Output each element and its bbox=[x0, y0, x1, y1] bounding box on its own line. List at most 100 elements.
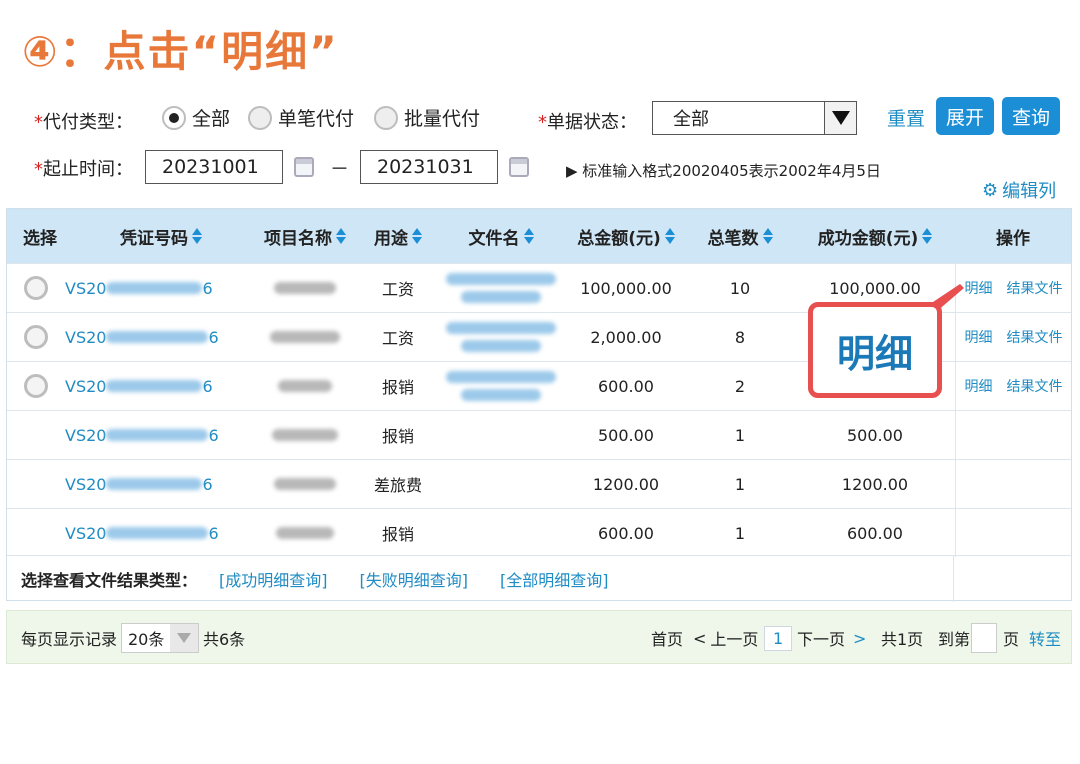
page-unit: 页 bbox=[1003, 630, 1020, 649]
start-date-input[interactable]: 20231001 bbox=[145, 150, 283, 184]
voucher-prefix[interactable]: VS20 bbox=[65, 426, 106, 445]
sort-icon[interactable] bbox=[192, 228, 202, 244]
col-purpose[interactable]: 用途 bbox=[361, 209, 435, 263]
row-select-cell[interactable] bbox=[7, 460, 65, 508]
purpose-cell: 报销 bbox=[381, 378, 414, 397]
detail-link[interactable]: 明细 bbox=[965, 376, 993, 396]
chevron-left-icon: < bbox=[693, 628, 707, 648]
expand-button[interactable]: 展开 bbox=[936, 97, 994, 135]
total-amount-cell: 600.00 bbox=[598, 523, 654, 543]
ops-cell bbox=[955, 411, 1071, 459]
failed-detail-link[interactable]: [失败明细查询] bbox=[360, 567, 469, 591]
query-button[interactable]: 查询 bbox=[1002, 97, 1060, 135]
per-page-select[interactable]: 20条 bbox=[121, 623, 199, 653]
filename-cell[interactable] bbox=[435, 313, 567, 361]
reset-link[interactable]: 重置 bbox=[887, 104, 925, 131]
total-records: 共6条 bbox=[203, 630, 246, 649]
row-select-cell[interactable] bbox=[7, 411, 65, 459]
voucher-suffix[interactable]: 6 bbox=[202, 377, 212, 396]
voucher-cell[interactable]: VS20 6 bbox=[65, 362, 249, 410]
voucher-suffix[interactable]: 6 bbox=[208, 328, 218, 347]
radio-batch-dot[interactable] bbox=[374, 105, 398, 130]
voucher-redacted bbox=[106, 282, 203, 294]
filename-cell[interactable] bbox=[435, 509, 567, 557]
voucher-prefix[interactable]: VS20 bbox=[65, 475, 106, 494]
row-select-cell[interactable] bbox=[7, 313, 65, 361]
sort-icon[interactable] bbox=[336, 228, 346, 244]
edit-columns-link[interactable]: ⚙ 编辑列 bbox=[982, 177, 1056, 203]
radio-single[interactable]: 单笔代付 bbox=[248, 104, 354, 131]
radio-all-dot[interactable] bbox=[162, 105, 186, 130]
ops-cell: 明细 结果文件 bbox=[955, 362, 1071, 410]
voucher-prefix[interactable]: VS20 bbox=[65, 328, 106, 347]
sort-icon[interactable] bbox=[922, 228, 933, 244]
gear-icon: ⚙ bbox=[982, 179, 999, 201]
voucher-cell[interactable]: VS20 6 bbox=[65, 411, 249, 459]
col-success[interactable]: 成功金额(元) bbox=[795, 209, 955, 263]
result-file-link[interactable]: 结果文件 bbox=[1007, 327, 1063, 347]
voucher-prefix[interactable]: VS20 bbox=[65, 279, 106, 298]
result-file-link[interactable]: 结果文件 bbox=[1007, 376, 1063, 396]
table-row[interactable]: VS20 6 报销 500.00 1 500.00 bbox=[7, 410, 1071, 459]
radio-all[interactable]: 全部 bbox=[162, 104, 230, 131]
row-select-cell[interactable] bbox=[7, 509, 65, 557]
chevron-right-icon: > bbox=[853, 628, 867, 648]
project-cell bbox=[249, 509, 361, 557]
chevron-down-icon[interactable] bbox=[170, 624, 198, 652]
voucher-suffix[interactable]: 6 bbox=[202, 279, 212, 298]
voucher-cell[interactable]: VS20 6 bbox=[65, 460, 249, 508]
project-redacted bbox=[278, 380, 332, 392]
voucher-cell[interactable]: VS20 6 bbox=[65, 264, 249, 312]
voucher-suffix[interactable]: 6 bbox=[202, 475, 212, 494]
voucher-suffix[interactable]: 6 bbox=[208, 426, 218, 445]
radio-batch[interactable]: 批量代付 bbox=[374, 104, 480, 131]
filename-cell[interactable] bbox=[435, 362, 567, 410]
voucher-suffix[interactable]: 6 bbox=[208, 524, 218, 543]
sort-icon[interactable] bbox=[412, 228, 422, 244]
sort-icon[interactable] bbox=[523, 228, 534, 244]
filename-cell[interactable] bbox=[435, 460, 567, 508]
table-row[interactable]: VS20 6 差旅费 1200.00 1 1200.00 bbox=[7, 459, 1071, 508]
calendar-icon[interactable] bbox=[509, 157, 529, 177]
col-total[interactable]: 总金额(元) bbox=[567, 209, 685, 263]
ops-cell: 明细 结果文件 bbox=[955, 313, 1071, 361]
row-select-cell[interactable] bbox=[7, 362, 65, 410]
total-amount-cell: 600.00 bbox=[598, 376, 654, 396]
ops-cell bbox=[955, 509, 1071, 557]
results-table: 选择 凭证号码 项目名称 用途 文件名 总金额(元) 总笔数 成功金额(元) 操… bbox=[6, 208, 1072, 602]
first-page-link[interactable]: 首页 bbox=[651, 611, 683, 665]
col-count[interactable]: 总笔数 bbox=[685, 209, 795, 263]
col-project[interactable]: 项目名称 bbox=[249, 209, 361, 263]
chevron-down-icon[interactable] bbox=[824, 102, 856, 134]
status-select[interactable]: 全部 bbox=[652, 101, 857, 135]
next-page-link[interactable]: 下一页 > bbox=[797, 611, 866, 665]
voucher-cell[interactable]: VS20 6 bbox=[65, 509, 249, 557]
detail-link[interactable]: 明细 bbox=[965, 327, 993, 347]
row-radio[interactable] bbox=[24, 276, 48, 300]
voucher-cell[interactable]: VS20 6 bbox=[65, 313, 249, 361]
row-select-cell[interactable] bbox=[7, 264, 65, 312]
goto-page-input[interactable] bbox=[971, 623, 997, 653]
current-page[interactable]: 1 bbox=[764, 611, 793, 665]
result-file-link[interactable]: 结果文件 bbox=[1007, 278, 1063, 298]
row-radio[interactable] bbox=[24, 325, 48, 349]
voucher-prefix[interactable]: VS20 bbox=[65, 377, 106, 396]
prev-page-link[interactable]: < 上一页 bbox=[693, 611, 758, 665]
voucher-prefix[interactable]: VS20 bbox=[65, 524, 106, 543]
filename-cell[interactable] bbox=[435, 411, 567, 459]
col-filename[interactable]: 文件名 bbox=[435, 209, 567, 263]
all-detail-link[interactable]: [全部明细查询] bbox=[500, 567, 609, 591]
sort-icon[interactable] bbox=[762, 228, 773, 244]
filename-cell[interactable] bbox=[435, 264, 567, 312]
sort-icon[interactable] bbox=[664, 228, 675, 244]
table-row[interactable]: VS20 6 报销 600.00 1 600.00 bbox=[7, 508, 1071, 557]
col-voucher[interactable]: 凭证号码 bbox=[73, 209, 249, 263]
step-title: ④：点击“明细” bbox=[22, 27, 339, 76]
row-radio[interactable] bbox=[24, 374, 48, 398]
calendar-icon[interactable] bbox=[294, 157, 314, 177]
end-date-input[interactable]: 20231031 bbox=[360, 150, 498, 184]
radio-single-dot[interactable] bbox=[248, 105, 272, 130]
go-button[interactable]: 转至 bbox=[1029, 611, 1061, 665]
success-detail-link[interactable]: [成功明细查询] bbox=[219, 567, 328, 591]
goto-page-input-wrap bbox=[971, 611, 997, 665]
